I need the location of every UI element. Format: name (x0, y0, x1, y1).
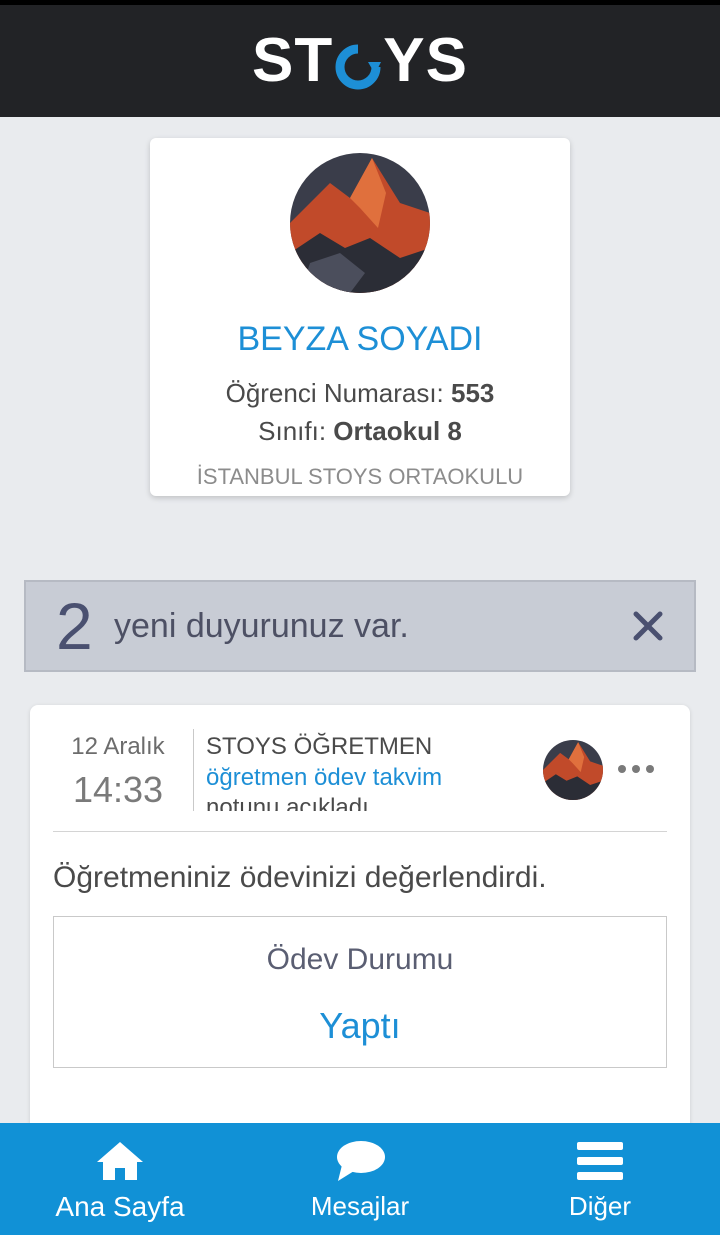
more-options-icon[interactable] (618, 759, 658, 779)
profile-card: BEYZA SOYADI Öğrenci Numarası: 553 Sınıf… (150, 138, 570, 496)
student-class-label: Sınıfı: (258, 416, 327, 446)
homework-status-box: Ödev Durumu Yaptı (53, 916, 667, 1068)
homework-status-value: Yaptı (319, 1005, 401, 1046)
announcement-message: yeni duyurunuz var. (114, 606, 409, 645)
student-number: Öğrenci Numarası: 553 (150, 378, 570, 409)
divider (53, 831, 667, 832)
teacher-avatar[interactable] (543, 740, 603, 800)
logo-o-icon (335, 39, 382, 90)
logo-text-right: YS (383, 26, 468, 95)
announcement-count: 2 (56, 589, 93, 663)
nav-item-home[interactable]: Ana Sayfa (0, 1123, 240, 1235)
feed-action: öğretmen ödev takvim notunu açıkladı (206, 763, 526, 811)
dot (632, 765, 640, 773)
bottom-navigation: Ana Sayfa Mesajlar Diğer (0, 1123, 720, 1235)
homework-status-label: Ödev Durumu (266, 943, 454, 976)
app-header: ST YS (0, 0, 720, 117)
logo-text-left: ST (252, 26, 334, 95)
feed-action-link[interactable]: öğretmen ödev takvim (206, 763, 526, 793)
stoys-logo: ST YS (252, 30, 468, 92)
nav-item-other[interactable]: Diğer (480, 1123, 720, 1235)
feed-action-rest: notunu açıkladı (206, 794, 369, 811)
student-number-value: 553 (451, 378, 495, 408)
student-name: BEYZA SOYADI (237, 320, 483, 358)
menu-icon (574, 1139, 626, 1183)
dot (646, 765, 654, 773)
announcement-banner[interactable]: 2 yeni duyurunuz var. (24, 580, 696, 672)
student-class-value: Ortaokul 8 (333, 416, 462, 446)
nav-label-messages: Mesajlar (310, 1191, 410, 1221)
dot (618, 765, 626, 773)
student-number-label: Öğrenci Numarası: (225, 378, 444, 408)
home-icon (94, 1139, 146, 1183)
student-class: Sınıfı: Ortaokul 8 (150, 416, 570, 447)
school-name: İSTANBUL STOYS ORTAOKULU (196, 464, 524, 489)
nav-label-home: Ana Sayfa (55, 1191, 185, 1222)
nav-item-messages[interactable]: Mesajlar (240, 1123, 480, 1235)
nav-label-other: Diğer (568, 1191, 632, 1221)
feed-author: STOYS ÖĞRETMEN (206, 733, 433, 760)
divider (193, 729, 194, 811)
feed-card[interactable]: 12 Aralık 14:33 STOYS ÖĞRETMEN öğretmen … (30, 705, 690, 1135)
feed-date: 12 Aralık (71, 733, 165, 760)
feed-time: 14:33 (72, 769, 164, 810)
close-icon[interactable] (632, 610, 664, 642)
chat-icon (334, 1139, 386, 1183)
avatar[interactable] (290, 153, 430, 293)
feed-text: Öğretmeniniz ödevinizi değerlendirdi. (53, 861, 547, 894)
